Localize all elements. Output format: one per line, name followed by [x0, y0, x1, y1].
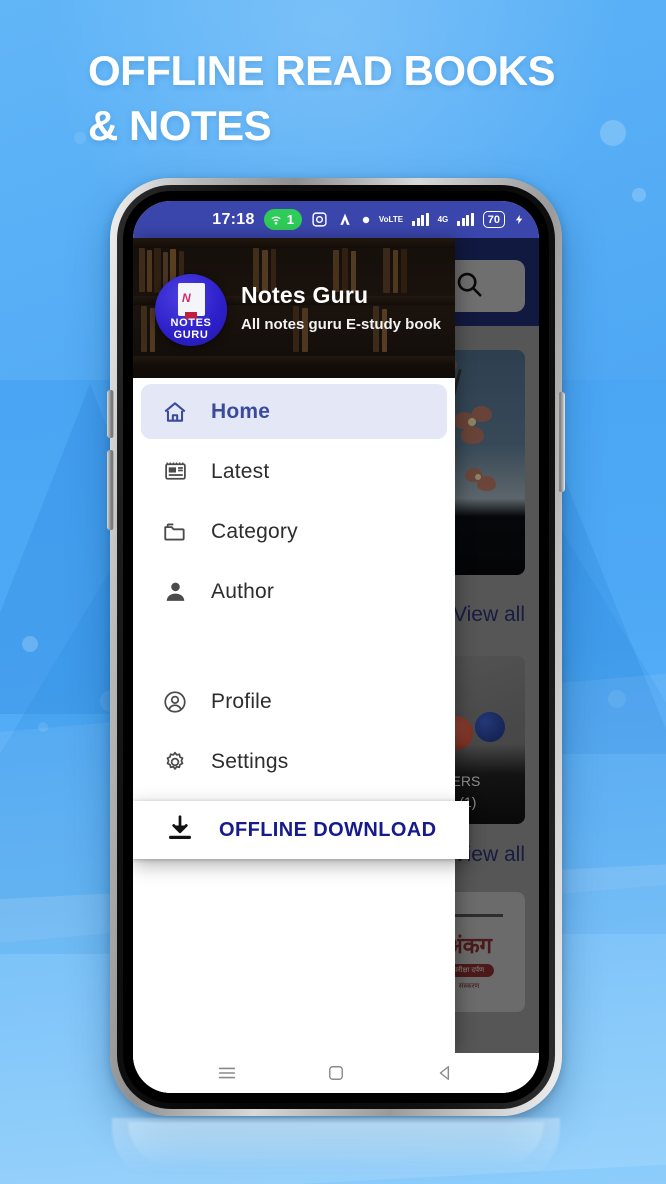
sidebar-item-label: Author: [211, 579, 275, 603]
navigation-drawer: N NOTES GURU Notes Guru All notes guru E…: [133, 238, 455, 1053]
download-icon: [165, 813, 195, 848]
network-type-label: 4G: [437, 215, 449, 224]
volume-down-button[interactable]: [107, 450, 114, 530]
bokeh-dot: [38, 722, 48, 732]
sidebar-item-label: Settings: [211, 749, 289, 773]
bokeh-dot: [632, 188, 646, 202]
gear-icon: [161, 748, 189, 776]
bolt-icon: [514, 212, 525, 227]
logo-mark: N: [182, 291, 191, 305]
hotspot-icon: [269, 213, 283, 227]
triangle-back-icon[interactable]: [432, 1060, 458, 1086]
photo-object-blue: [475, 712, 505, 742]
bokeh-dot: [608, 690, 626, 708]
signal-bars-icon-1: [412, 213, 429, 226]
sidebar-item-latest[interactable]: Latest: [141, 444, 447, 499]
logo-text-line-1: NOTES: [170, 317, 212, 329]
logo-text-line-2: GURU: [173, 329, 209, 341]
phone-reflection-inner: [128, 1122, 544, 1166]
hotspot-count: 1: [286, 212, 294, 227]
news-icon: [161, 458, 189, 486]
home-icon: [161, 398, 189, 426]
view-all-link-1[interactable]: View all: [453, 603, 525, 627]
petal: [461, 426, 484, 444]
dot-icon: [362, 216, 370, 224]
sidebar-item-profile[interactable]: Profile: [141, 674, 447, 729]
folder-icon: [161, 518, 189, 546]
power-button[interactable]: [558, 392, 565, 492]
sidebar-item-category[interactable]: Category: [141, 504, 447, 559]
headline-line-2: & NOTES: [88, 101, 272, 149]
flower-center: [475, 474, 481, 480]
drawer-menu: Home Latest Category Author Profile Sett…: [133, 378, 455, 1053]
menu-icon[interactable]: [214, 1060, 240, 1086]
drawer-tagline: All notes guru E-study book: [241, 316, 442, 333]
bokeh-dot: [22, 636, 38, 652]
hotspot-badge: 1: [263, 209, 302, 230]
sidebar-item-settings[interactable]: Settings: [141, 734, 447, 789]
camera-icon: [311, 211, 328, 228]
android-nav-bar: [133, 1053, 539, 1093]
signal-bars-icon-2: [457, 213, 474, 226]
sidebar-item-label: Category: [211, 519, 298, 543]
status-clock: 17:18: [212, 210, 255, 228]
headline-line-1: OFFLINE READ BOOKS: [88, 47, 556, 94]
phone-screen: 17:18 1 VoLTE 4G 70 View all View all अं…: [133, 201, 539, 1093]
person-icon: [161, 578, 189, 606]
promo-headline: OFFLINE READ BOOKS & NOTES: [88, 44, 628, 153]
phone-reflection: [112, 1118, 560, 1184]
volume-up-button[interactable]: [107, 390, 114, 438]
flower-center: [468, 418, 476, 426]
drawer-app-name: Notes Guru: [241, 282, 369, 308]
volte-icon: VoLTE: [378, 214, 404, 224]
offline-download-card[interactable]: OFFLINE DOWNLOAD: [133, 801, 469, 859]
battery-indicator: 70: [482, 211, 505, 228]
person-walk-icon: [337, 211, 353, 228]
phone-mockup: 17:18 1 VoLTE 4G 70 View all View all अं…: [107, 178, 565, 1116]
sidebar-item-label: Profile: [211, 689, 272, 713]
sidebar-item-label: Home: [211, 399, 271, 423]
profile-icon: [161, 688, 189, 716]
drawer-header: N NOTES GURU Notes Guru All notes guru E…: [133, 238, 455, 378]
status-bar: 17:18 1 VoLTE 4G 70: [133, 201, 539, 238]
offline-download-label: OFFLINE DOWNLOAD: [219, 818, 437, 841]
app-logo: N NOTES GURU: [155, 274, 227, 346]
square-icon[interactable]: [323, 1060, 349, 1086]
bokeh-dot: [74, 132, 86, 144]
search-icon: [454, 269, 484, 304]
sidebar-item-author[interactable]: Author: [141, 564, 447, 619]
offline-row-spacer: [133, 619, 455, 674]
sidebar-item-home[interactable]: Home: [141, 384, 447, 439]
sidebar-item-label: Latest: [211, 459, 270, 483]
volte-label: VoLTE: [378, 214, 404, 224]
